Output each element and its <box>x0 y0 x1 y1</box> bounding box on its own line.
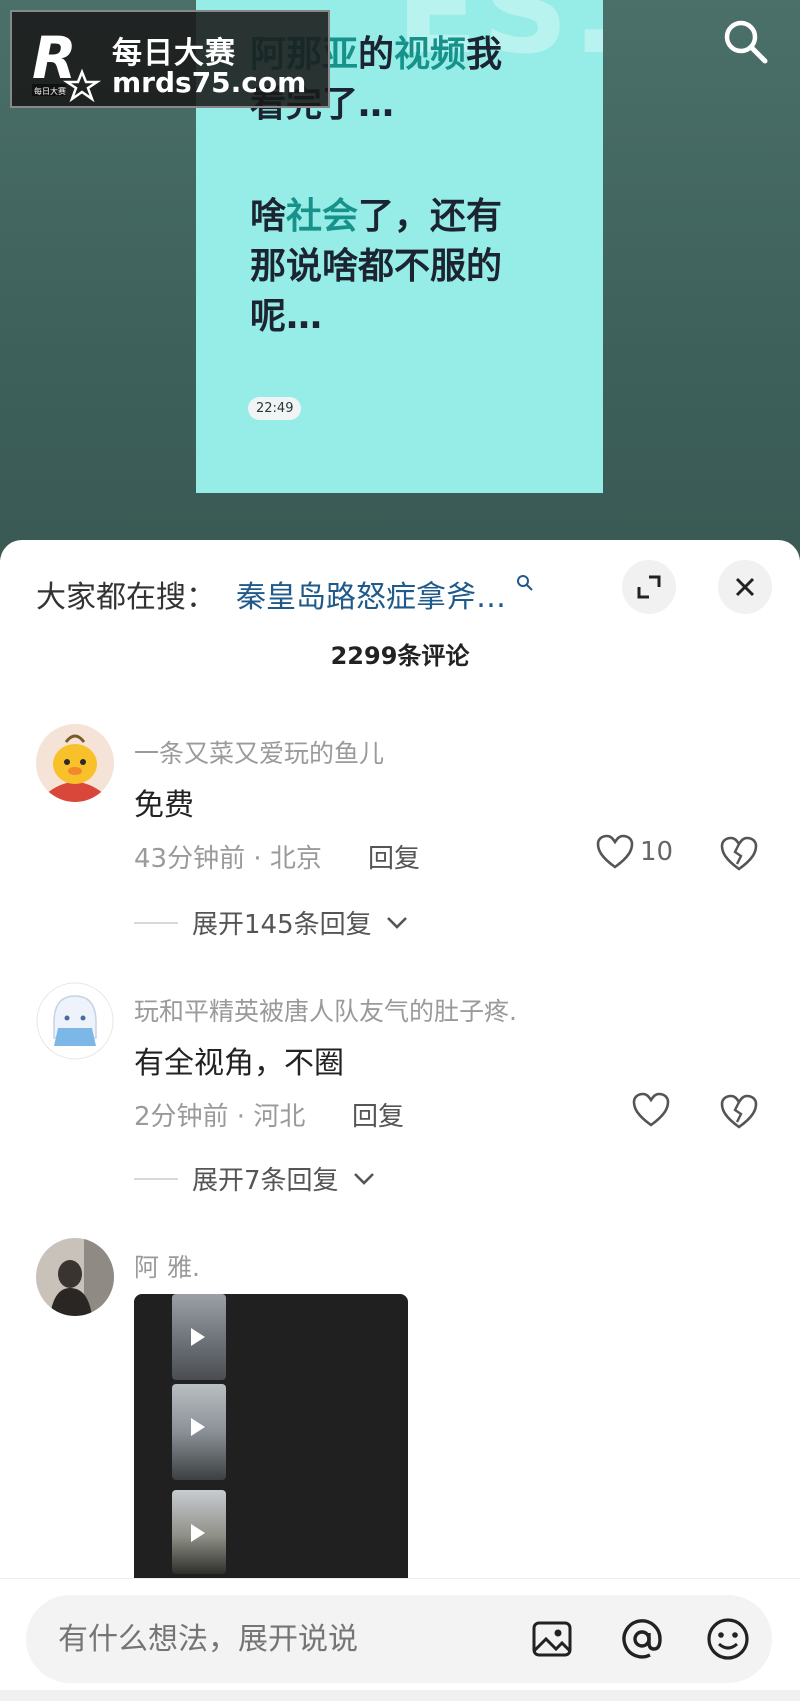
video-thumbnail[interactable] <box>172 1294 226 1380</box>
at-icon[interactable] <box>618 1615 666 1663</box>
avatar[interactable] <box>36 982 114 1060</box>
caption-line-3: 啥社会了，还有 <box>250 196 503 237</box>
broken-heart-icon[interactable] <box>720 1094 758 1132</box>
divider-line <box>134 921 178 924</box>
trending-search-query[interactable]: 秦皇岛路怒症拿斧… <box>236 580 506 615</box>
expand-replies-label: 展开145条回复 <box>192 910 372 940</box>
trending-search-label: 大家都在搜： <box>36 580 216 615</box>
comment-item: 玩和平精英被唐人队友气的肚子疼. 有全视角，不圈 2分钟前 · 河北 回复 展开… <box>0 982 800 1222</box>
comment-text: 有全视角，不圈 <box>134 1046 344 1081</box>
trending-search-link[interactable]: 秦皇岛路怒症拿斧… <box>236 572 534 616</box>
image-icon[interactable] <box>528 1615 576 1663</box>
like-button[interactable]: 10 <box>596 834 673 870</box>
watermark-domain: mrds75.com <box>112 66 307 99</box>
caption-line-4: 那说啥都不服的 <box>250 246 503 287</box>
play-icon <box>191 1328 205 1346</box>
search-icon[interactable] <box>720 16 770 66</box>
chevron-down-icon <box>386 916 407 929</box>
comment-video-attachment[interactable] <box>134 1294 408 1584</box>
svg-text:每日大赛: 每日大赛 <box>34 86 66 96</box>
comment-text: 免费 <box>134 788 194 823</box>
chevron-down-icon <box>353 1172 374 1185</box>
message-timestamp: 22:49 <box>248 397 302 420</box>
comment-username[interactable]: 玩和平精英被唐人队友气的肚子疼. <box>134 992 517 1028</box>
avatar[interactable] <box>36 724 114 802</box>
reply-button[interactable]: 回复 <box>368 838 420 875</box>
close-button[interactable] <box>718 560 772 614</box>
expand-icon <box>637 575 661 599</box>
expand-replies-button[interactable]: 展开145条回复 <box>134 904 408 941</box>
emoji-icon[interactable] <box>704 1615 752 1663</box>
caption-line-5: 呢… <box>250 296 323 337</box>
divider-line <box>134 1177 178 1180</box>
comment-input[interactable] <box>56 1621 460 1658</box>
comment-count: 2299条评论 <box>330 642 470 670</box>
expand-replies-label: 展开7条回复 <box>192 1166 339 1196</box>
reply-button[interactable]: 回复 <box>352 1096 404 1133</box>
heart-icon <box>632 1092 670 1127</box>
play-icon <box>191 1418 205 1436</box>
comment-item: 一条又菜又爱玩的鱼儿 免费 43分钟前 · 北京 回复 10 展开145条回复 <box>0 724 800 964</box>
comment-time-location: 43分钟前 · 北京 <box>134 844 322 874</box>
comment-time-location: 2分钟前 · 河北 <box>134 1102 306 1132</box>
comment-username[interactable]: 阿 雅. <box>134 1248 200 1284</box>
video-thumbnail[interactable] <box>172 1384 226 1480</box>
expand-replies-button[interactable]: 展开7条回复 <box>134 1160 375 1197</box>
heart-icon <box>596 834 634 869</box>
watermark-logo-icon: R 每日大赛 <box>30 24 110 104</box>
comment-sheet: 大家都在搜： 秦皇岛路怒症拿斧… 2299条评论 一条又菜又爱玩的鱼儿 免费 4… <box>0 540 800 1701</box>
close-icon <box>735 577 755 597</box>
comment-input-bar <box>0 1578 800 1702</box>
play-icon <box>191 1524 205 1542</box>
broken-heart-icon[interactable] <box>720 836 758 874</box>
like-button[interactable] <box>632 1092 676 1128</box>
comment-input-container[interactable] <box>26 1595 772 1683</box>
watermark: R 每日大赛 每日大赛 mrds75.com <box>10 10 330 108</box>
bottom-edge <box>0 1690 800 1701</box>
expand-button[interactable] <box>622 560 676 614</box>
small-search-icon <box>516 575 533 591</box>
video-thumbnail[interactable] <box>172 1490 226 1574</box>
comment-username[interactable]: 一条又菜又爱玩的鱼儿 <box>134 734 384 770</box>
avatar[interactable] <box>36 1238 114 1316</box>
like-count: 10 <box>640 837 674 867</box>
